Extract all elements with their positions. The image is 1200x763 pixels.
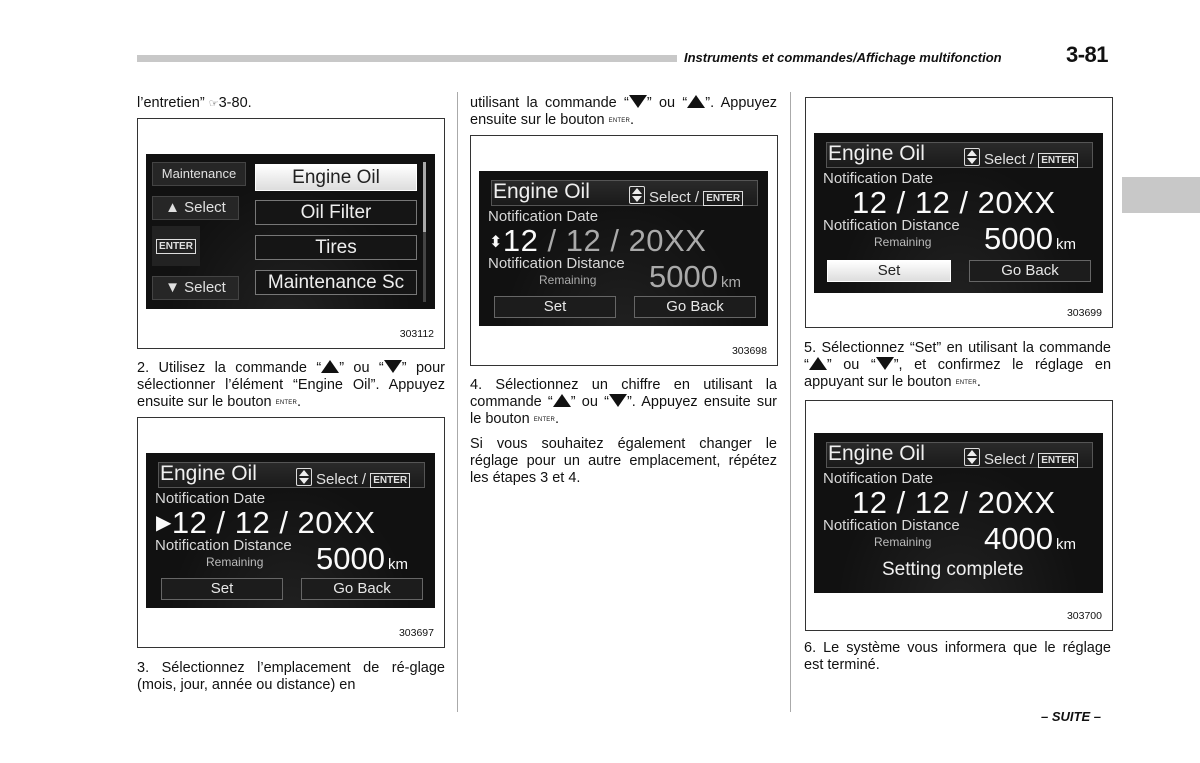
display-screen: Engine Oil Select / ENTER Notification D… (814, 133, 1103, 293)
figure-engine-oil-digit-edit: Engine Oil Select / ENTER Notification D… (470, 135, 778, 366)
page-reference[interactable]: 3-80. (219, 95, 252, 111)
distance-value[interactable]: 5000 km (984, 221, 1076, 257)
notification-date-value: 12 / 12 / 20XX (852, 485, 1056, 520)
figure-number: 303699 (1066, 307, 1102, 319)
pointing-hand-icon: ☞ (208, 98, 219, 110)
notification-date-value[interactable]: 12 / 12 / 20XX (852, 185, 1056, 221)
distance-value[interactable]: 5000 km (316, 541, 408, 577)
screen-title: Engine Oil (160, 462, 257, 485)
set-button[interactable]: Set (494, 296, 616, 318)
right-triangle-icon: ▶ (156, 512, 172, 534)
display-screen: Engine Oil Select / ENTER Notification D… (814, 433, 1103, 593)
screen-title: Engine Oil (828, 142, 925, 165)
remaining-label: Remaining (874, 235, 932, 249)
notification-date-value[interactable]: ▶12 / 12 / 20XX (156, 505, 375, 541)
figure-number: 303700 (1066, 610, 1102, 622)
remaining-label: Remaining (206, 555, 264, 569)
figure-engine-oil-set-selected: Engine Oil Select / ENTER Notification D… (805, 97, 1113, 328)
remaining-label: Remaining (539, 273, 597, 287)
down-triangle-icon (608, 394, 627, 407)
down-triangle-icon: ▼ (165, 279, 185, 296)
select-up-hint: ▲ Select (152, 196, 239, 220)
screen-title: Engine Oil (493, 180, 590, 203)
intro-paragraph: l’entretien” ☞3-80. (137, 95, 252, 111)
notification-date-value[interactable]: ⬍12 / 12 / 20XX (489, 223, 706, 259)
up-down-icon (629, 186, 645, 204)
screen-title: Engine Oil (828, 442, 925, 465)
menu-item-oil-filter[interactable]: Oil Filter (255, 200, 417, 225)
menu-item-tires[interactable]: Tires (255, 235, 417, 260)
figure-number: 303697 (398, 627, 434, 639)
menu-maintenance-label: Maintenance (152, 162, 246, 186)
step-2-paragraph: 2. Utilisez la commande “” ou “” pour sé… (137, 360, 445, 410)
up-triangle-icon (552, 394, 571, 407)
up-triangle-icon (321, 360, 340, 373)
figure-setting-complete: Engine Oil Select / ENTER Notification D… (805, 400, 1113, 631)
select-enter-hint: Select / ENTER (296, 468, 411, 488)
enter-button-icon: ENTER (533, 417, 556, 423)
up-triangle-icon (808, 357, 827, 370)
display-screen: Maintenance ▲ Select ENTER ▼ Select Engi… (146, 154, 435, 309)
set-button[interactable]: Set (827, 260, 951, 282)
figure-number: 303698 (731, 345, 767, 357)
notification-distance-label: Notification Distance (823, 517, 960, 534)
notification-distance-label: Notification Distance (488, 255, 625, 272)
column-divider (457, 92, 458, 712)
set-button[interactable]: Set (161, 578, 283, 600)
distance-value: 4000 km (984, 521, 1076, 556)
step-5-paragraph: 5. Sélectionnez “Set” en utilisant la co… (804, 340, 1112, 390)
remaining-label: Remaining (874, 535, 932, 549)
select-enter-hint: Select / ENTER (964, 448, 1079, 468)
header-rule (137, 55, 677, 62)
menu-item-maintenance-schedule[interactable]: Maintenance Sc (255, 270, 417, 295)
up-triangle-icon: ▲ (165, 199, 185, 216)
enter-button-icon: ENTER (955, 380, 977, 386)
notification-distance-label: Notification Distance (823, 217, 960, 234)
enter-button-icon: ENTER (608, 118, 630, 124)
distance-value[interactable]: 5000 km (649, 259, 741, 295)
select-down-hint: ▼ Select (152, 276, 239, 300)
page-number: 3-81 (1066, 42, 1109, 67)
up-down-icon (964, 448, 980, 466)
column-divider (790, 92, 791, 712)
go-back-button[interactable]: Go Back (969, 260, 1091, 282)
go-back-button[interactable]: Go Back (301, 578, 423, 600)
select-enter-hint: Select / ENTER (629, 186, 744, 206)
menu-item-engine-oil[interactable]: Engine Oil (255, 164, 417, 191)
up-down-icon (964, 148, 980, 166)
step-6-paragraph: 6. Le système vous informera que le régl… (804, 640, 1111, 673)
down-triangle-icon (628, 95, 647, 108)
figure-engine-oil-date-select: Engine Oil Select / ENTER Notification D… (137, 417, 445, 648)
display-screen: Engine Oil Select / ENTER Notification D… (479, 171, 768, 326)
chapter-tab (1122, 177, 1200, 213)
select-enter-hint: Select / ENTER (964, 148, 1079, 168)
go-back-button[interactable]: Go Back (634, 296, 756, 318)
down-triangle-icon (875, 357, 894, 370)
enter-button-icon: ENTER (275, 400, 297, 406)
step-3-paragraph: 3. Sélectionnez l’emplacement de ré-glag… (137, 660, 445, 693)
down-triangle-icon (383, 360, 402, 373)
figure-maintenance-menu: Maintenance ▲ Select ENTER ▼ Select Engi… (137, 118, 445, 349)
up-down-arrows-icon: ⬍ (489, 234, 503, 251)
figure-number: 303112 (399, 328, 434, 340)
notification-distance-label: Notification Distance (155, 537, 292, 554)
up-down-icon (296, 468, 312, 486)
repeat-note-paragraph: Si vous souhaitez également changer le r… (470, 436, 777, 486)
setting-complete-message: Setting complete (882, 559, 1024, 580)
step-3-continued-paragraph: utilisant la commande “” ou “”. Appuyez … (470, 95, 778, 128)
display-screen: Engine Oil Select / ENTER Notification D… (146, 453, 435, 608)
up-triangle-icon (687, 95, 706, 108)
enter-hint: ENTER (152, 226, 200, 266)
continue-label: – SUITE – (1041, 709, 1101, 724)
section-title: Instruments et commandes/Affichage multi… (684, 50, 1002, 65)
step-4-paragraph: 4. Sélectionnez un chiffre en utilisant … (470, 377, 777, 427)
scrollbar-thumb[interactable] (423, 162, 426, 232)
